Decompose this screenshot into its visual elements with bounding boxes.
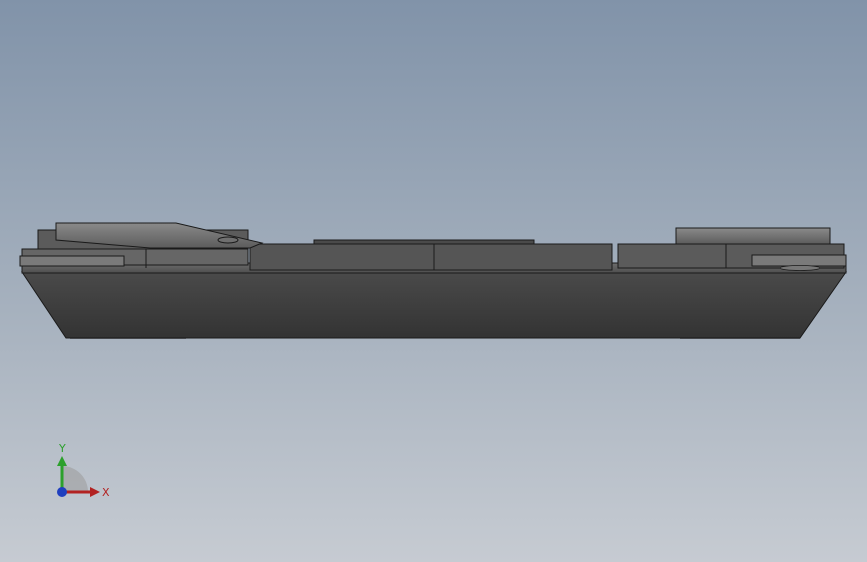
model-view[interactable]: [0, 0, 867, 562]
right-foot: [779, 265, 821, 271]
left-bumper: [19, 255, 125, 267]
triad-arc: [62, 466, 88, 492]
screen-top-strip: [313, 239, 535, 245]
right-bumper: [751, 254, 847, 267]
y-axis-arrow: [57, 456, 67, 466]
screen-block-left: [249, 243, 435, 271]
x-axis-arrow: [90, 487, 100, 497]
device-body: [21, 271, 847, 339]
left-button-cap: [217, 236, 239, 244]
screen-block-right: [433, 243, 613, 271]
z-axis-dot: [57, 487, 67, 497]
graphics-viewport[interactable]: Y X: [0, 0, 867, 562]
x-axis-label: X: [102, 486, 110, 499]
right-stick-cap: [675, 227, 831, 245]
y-axis-label: Y: [58, 442, 66, 455]
coordinate-triad: Y X: [57, 442, 110, 499]
